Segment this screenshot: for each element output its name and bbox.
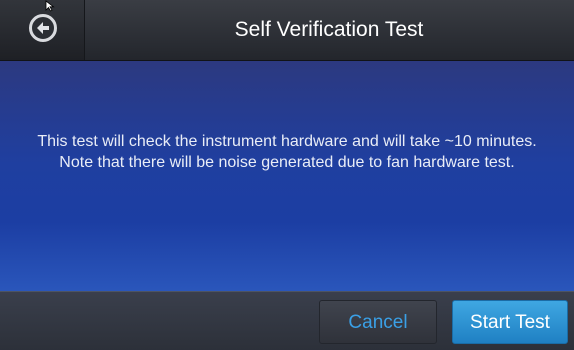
page-title: Self Verification Test <box>234 18 424 41</box>
info-message: This test will check the instrument hard… <box>20 131 554 173</box>
self-verification-screen: Self Verification Test This test will ch… <box>0 0 574 350</box>
back-button-area[interactable] <box>0 0 85 60</box>
header-bar: Self Verification Test <box>0 0 574 61</box>
back-button[interactable] <box>29 14 57 42</box>
arrow-left-icon <box>37 22 49 34</box>
message-line-1: This test will check the instrument hard… <box>37 133 537 150</box>
start-test-button[interactable]: Start Test <box>452 300 568 344</box>
message-line-2: Note that there will be noise generated … <box>59 154 515 171</box>
mouse-pointer-icon <box>45 0 55 12</box>
content-area: This test will check the instrument hard… <box>0 61 574 291</box>
cancel-button[interactable]: Cancel <box>319 300 437 344</box>
footer-bar: Cancel Start Test <box>0 291 574 350</box>
